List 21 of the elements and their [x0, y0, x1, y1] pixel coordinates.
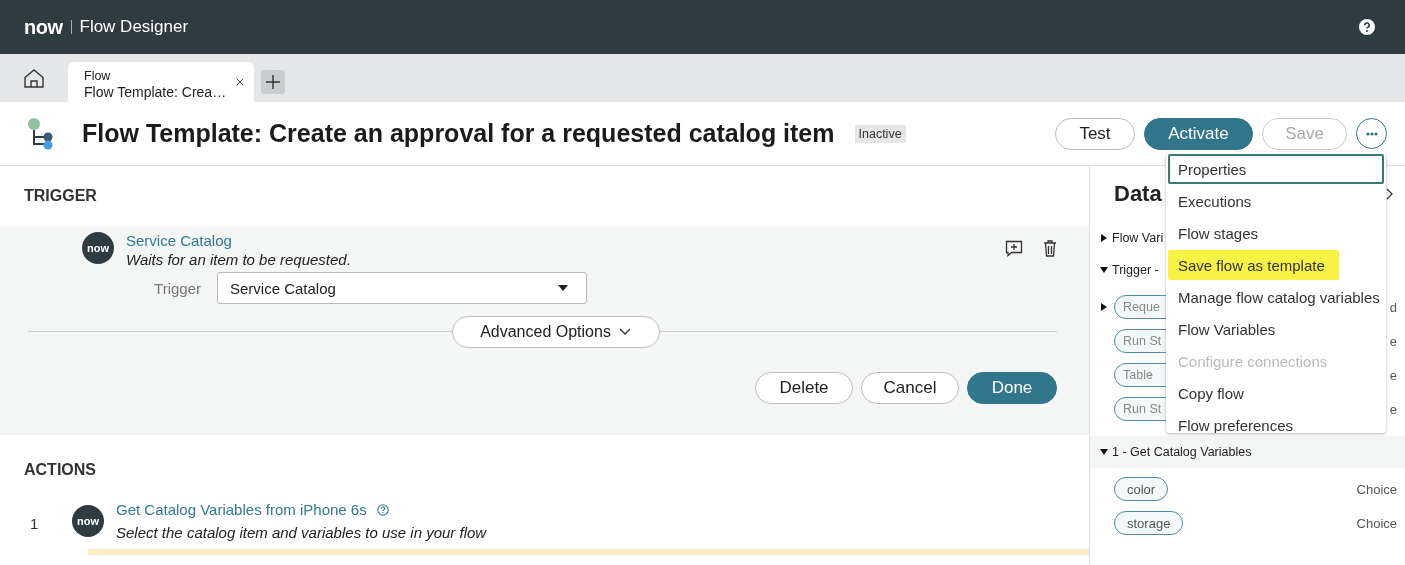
data-type: Choice: [1356, 515, 1397, 531]
status-badge: Inactive: [854, 124, 906, 143]
data-type: e: [1389, 401, 1397, 417]
action-description: Select the catalog item and variables to use in your flow: [116, 524, 487, 541]
data-type: d: [1389, 299, 1397, 315]
tab-label: Flow: [84, 68, 112, 84]
section-heading: TRIGGER: [24, 187, 97, 205]
logo: now: [24, 15, 63, 39]
logo-avatar: now: [82, 232, 114, 264]
step-number: 1: [30, 515, 40, 532]
tab-title: Flow Template: Crea…: [84, 84, 227, 100]
app-title: Flow Designer: [79, 17, 189, 37]
trigger-description: Waits for an item to be requested.: [126, 251, 351, 268]
panel-title: Data: [1114, 181, 1162, 207]
data-type: e: [1389, 333, 1397, 349]
section-heading: ACTIONS: [24, 461, 96, 479]
field-label: Trigger: [153, 279, 202, 297]
data-type: Choice: [1356, 481, 1397, 497]
logo-avatar: now: [72, 505, 104, 537]
data-type: e: [1389, 367, 1397, 383]
flow-title: Flow Template: Create an approval for a requested catalog item: [82, 119, 835, 148]
